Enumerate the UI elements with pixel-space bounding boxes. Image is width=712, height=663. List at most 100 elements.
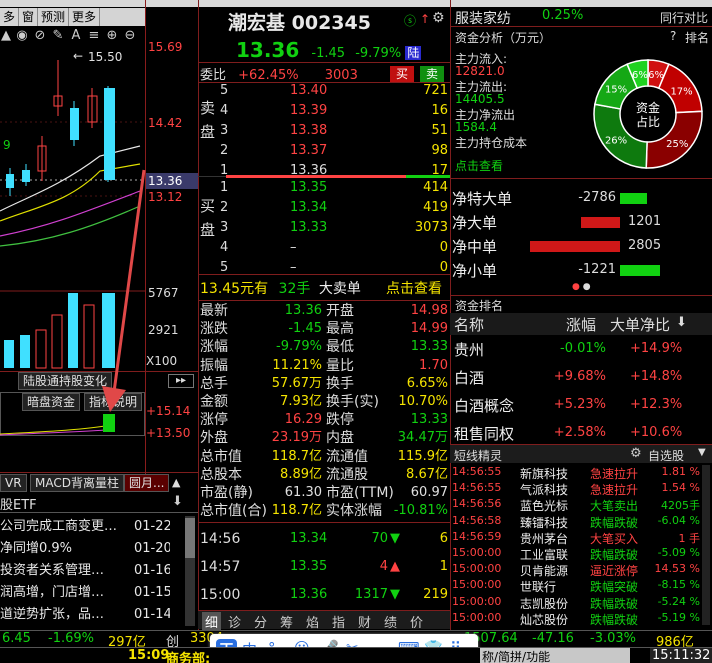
- market-badge[interactable]: 陆: [405, 46, 422, 60]
- bottom-tab[interactable]: 诊: [228, 612, 241, 631]
- rank-ratio: +14.8%: [630, 369, 683, 384]
- eye-icon[interactable]: ◉: [14, 28, 32, 43]
- net-flow-value: -2786: [578, 190, 616, 205]
- news-item[interactable]: 公司完成工商变更… 01-22: [0, 516, 170, 538]
- alert-icon[interactable]: ⓢ: [404, 12, 416, 29]
- elf-stock[interactable]: 臻镭科技: [520, 514, 568, 531]
- tab-extra-icons[interactable]: ▸▸: [168, 374, 194, 388]
- tick-count: 1: [439, 559, 448, 574]
- carousel-dots[interactable]: ● ●: [572, 282, 591, 292]
- elf-stock[interactable]: 贵州茅台: [520, 530, 568, 547]
- bottom-tab[interactable]: 细: [202, 612, 222, 631]
- news-item[interactable]: 投资者关系管理… 01-16: [0, 560, 170, 582]
- rank-row[interactable]: 贵州 -0.01% +14.9%: [450, 336, 712, 362]
- bids-price[interactable]: –: [290, 257, 297, 279]
- stat-label: 最新: [200, 303, 228, 319]
- news-item[interactable]: 净同增0.9% 01-20: [0, 538, 170, 560]
- elf-stock[interactable]: 志凯股份: [520, 595, 568, 612]
- price-axis-2: 14.42: [148, 116, 183, 130]
- big-order-link[interactable]: 点击查看: [386, 278, 442, 298]
- rank-header-name[interactable]: 名称: [454, 314, 484, 335]
- elf-stock[interactable]: 气派科技: [520, 481, 568, 498]
- pen-icon[interactable]: ✎: [50, 28, 68, 43]
- elf-select[interactable]: 自选股: [648, 447, 684, 464]
- bids-price[interactable]: 13.34: [290, 197, 327, 219]
- list-icon[interactable]: ≡: [86, 28, 104, 43]
- toolbar-item-2[interactable]: 窗: [19, 8, 39, 26]
- bottom-tab[interactable]: 焰: [306, 612, 319, 631]
- bids-price[interactable]: 13.33: [290, 217, 327, 239]
- news-source: 商务部:: [166, 652, 211, 663]
- rank-row[interactable]: 白酒概念 +5.23% +12.3%: [450, 392, 712, 418]
- buy-side-label: 买盘: [200, 197, 216, 239]
- rank-row[interactable]: 租售同权 +2.58% +10.6%: [450, 420, 712, 446]
- click-view-link[interactable]: 点击查看: [455, 157, 503, 174]
- arrow-down-icon: ▼: [390, 587, 400, 602]
- bids-price[interactable]: –: [290, 237, 297, 259]
- toolbar-item-3[interactable]: 预测: [38, 8, 70, 26]
- expand-arrow-icon[interactable]: ▲: [172, 476, 180, 489]
- settings-gear-icon[interactable]: ⚙: [432, 10, 445, 26]
- stat-label: 最低: [326, 339, 354, 356]
- bottom-tab[interactable]: 筹: [280, 612, 293, 631]
- tab-vr[interactable]: VR: [0, 474, 27, 492]
- sector-name[interactable]: 服装家纺: [455, 8, 511, 28]
- tab-dark-pool-funds[interactable]: 暗盘资金: [22, 393, 81, 411]
- rank-header-pct[interactable]: 涨幅: [566, 314, 596, 335]
- sell-side-label: 卖盘: [200, 99, 216, 141]
- ruler-icon[interactable]: ⊘: [32, 28, 50, 43]
- help-icon[interactable]: ?: [670, 29, 676, 43]
- news-scrollbar[interactable]: [185, 516, 195, 626]
- zoom-out-icon[interactable]: ⊖: [122, 28, 140, 43]
- tab-round-moon[interactable]: 圆月...: [124, 474, 170, 492]
- tab-macd[interactable]: MACD背离量柱: [30, 474, 124, 492]
- chevron-down-icon[interactable]: ▼: [698, 447, 706, 458]
- pin-icon[interactable]: ↑: [420, 12, 430, 26]
- asks-volume: 51: [431, 123, 448, 138]
- sort-desc-icon[interactable]: ⬇: [676, 315, 687, 330]
- rank-row[interactable]: 白酒 +9.68% +14.8%: [450, 364, 712, 390]
- asks-price[interactable]: 13.39: [290, 100, 327, 122]
- tab-hk-holdings[interactable]: 陆股通持股变化: [18, 372, 113, 390]
- arrow-up-icon[interactable]: ▲: [0, 28, 14, 43]
- rank-header-ratio[interactable]: 大单净比: [610, 314, 670, 335]
- price-change-pct: -9.79%: [355, 46, 402, 61]
- elf-stock[interactable]: 新旗科技: [520, 465, 568, 482]
- bottom-tab[interactable]: 财: [358, 612, 371, 631]
- elf-stock[interactable]: 世联行: [520, 578, 556, 595]
- toolbar-item-4[interactable]: 更多: [69, 8, 101, 26]
- toolbar-item-1[interactable]: 多: [0, 8, 20, 26]
- asks-price[interactable]: 13.38: [290, 120, 327, 142]
- price-axis-current: 13.36: [146, 173, 198, 189]
- elf-stock[interactable]: 贝肯能源: [520, 562, 568, 579]
- elf-stock[interactable]: 灿芯股份: [520, 611, 568, 628]
- zoom-in-icon[interactable]: ⊕: [104, 28, 122, 43]
- bottom-tab[interactable]: 价: [410, 612, 423, 631]
- bids-price[interactable]: 13.35: [290, 177, 327, 199]
- elf-scrollbar[interactable]: [702, 465, 710, 625]
- bottom-tab[interactable]: 分: [254, 612, 267, 631]
- stat-value: 13.33: [410, 339, 448, 355]
- bottom-tab[interactable]: 指: [332, 612, 345, 631]
- elf-settings-icon[interactable]: ⚙: [630, 446, 642, 461]
- bottom-tab[interactable]: 绩: [384, 612, 397, 631]
- news-item[interactable]: 润高增，门店增… 01-15: [0, 582, 170, 604]
- net-flow-bar: [620, 265, 660, 276]
- elf-stock[interactable]: 蓝色光标: [520, 497, 568, 514]
- candle-bars: [6, 60, 115, 196]
- stat-label: 跌停: [326, 412, 354, 429]
- text-icon[interactable]: A: [68, 28, 86, 43]
- news-item[interactable]: 道逆势扩张，品… 01-14: [0, 604, 170, 626]
- elf-value: 1 手: [678, 531, 701, 545]
- rank-link[interactable]: 排名: [685, 29, 709, 46]
- asks-price[interactable]: 13.40: [290, 80, 327, 102]
- stat-label: 市盈(TTM): [326, 485, 394, 501]
- rank-name: 白酒: [454, 369, 485, 387]
- asks-price[interactable]: 13.37: [290, 140, 327, 162]
- stat-label: 外盘: [200, 430, 228, 447]
- command-input[interactable]: 称/简拼/功能: [480, 648, 630, 663]
- download-icon[interactable]: ⬇: [172, 494, 183, 509]
- elf-value: -5.09 %: [657, 546, 700, 559]
- elf-stock[interactable]: 工业富联: [520, 546, 568, 563]
- peer-compare-link[interactable]: 同行对比: [660, 9, 708, 26]
